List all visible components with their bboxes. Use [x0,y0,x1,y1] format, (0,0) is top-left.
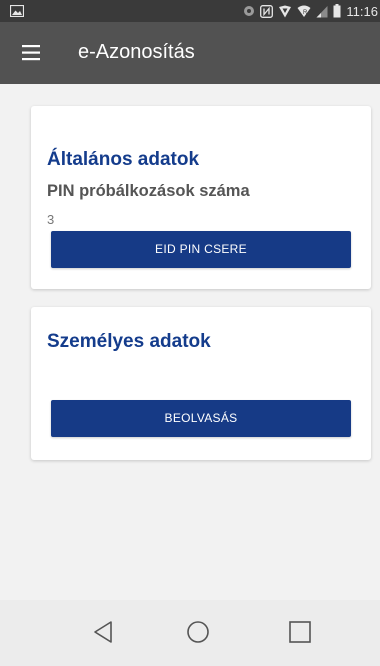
pin-attempts-label: PIN próbálkozások száma [47,182,250,200]
read-button[interactable]: BEOLVASÁS [51,400,351,437]
status-time: 11:16 [346,3,378,19]
nfc-icon [260,4,274,18]
svg-text:R: R [303,10,308,16]
hamburger-menu-icon[interactable] [22,44,44,62]
wifi-icon: R [297,5,311,18]
signal-icon [316,5,328,18]
main-content: Általános adatok PIN próbálkozások száma… [0,84,380,600]
phone-screen: R 11:16 e-Azonosítás Általános adatok PI… [0,0,380,666]
personal-data-card: Személyes adatok BEOLVASÁS [31,307,371,460]
app-bar: e-Azonosítás [0,22,380,84]
status-icons: R 11:16 [243,2,378,20]
eid-pin-change-button[interactable]: EID PIN CSERE [51,231,351,268]
pin-attempts-value: 3 [47,212,55,227]
image-notification-icon [9,4,25,18]
vpn-shield-icon [278,5,292,18]
circle-status-icon [243,5,255,17]
status-bar: R 11:16 [0,0,380,22]
home-circle-icon[interactable] [180,614,216,650]
personal-data-title: Személyes adatok [47,331,211,352]
battery-icon [333,4,341,18]
general-data-card: Általános adatok PIN próbálkozások száma… [31,106,371,289]
navigation-bar [0,600,380,666]
general-data-title: Általános adatok [47,149,200,170]
back-triangle-icon[interactable] [86,614,122,650]
app-title: e-Azonosítás [78,41,195,63]
recent-apps-square-icon[interactable] [282,614,318,650]
